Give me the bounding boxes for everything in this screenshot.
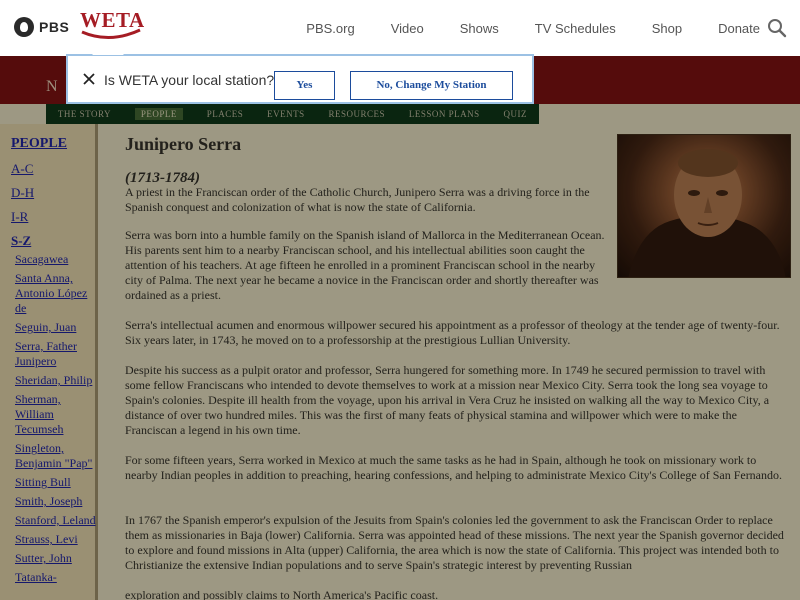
local-station-popup: Is WETA your local station? Yes No, Chan… (66, 54, 534, 104)
pbs-head-icon (14, 17, 34, 37)
search-icon[interactable] (767, 18, 787, 38)
nav-video[interactable]: Video (391, 21, 424, 36)
modal-dim-overlay[interactable] (0, 56, 800, 600)
top-nav: PBS.org Video Shows TV Schedules Shop Do… (270, 0, 760, 56)
nav-shop[interactable]: Shop (652, 21, 682, 36)
nav-shows[interactable]: Shows (460, 21, 499, 36)
yes-button[interactable]: Yes (274, 71, 335, 100)
popup-pointer (92, 40, 124, 55)
nav-donate[interactable]: Donate (718, 21, 760, 36)
nav-pbs-org[interactable]: PBS.org (306, 21, 354, 36)
pbs-logo[interactable]: PBS (14, 17, 69, 37)
pbs-logo-text: PBS (39, 19, 70, 35)
nav-tv-schedules[interactable]: TV Schedules (535, 21, 616, 36)
weta-logo[interactable]: WETA (80, 8, 144, 39)
close-icon[interactable] (82, 72, 96, 86)
change-station-button[interactable]: No, Change My Station (350, 71, 513, 100)
station-question: Is WETA your local station? (104, 72, 275, 88)
